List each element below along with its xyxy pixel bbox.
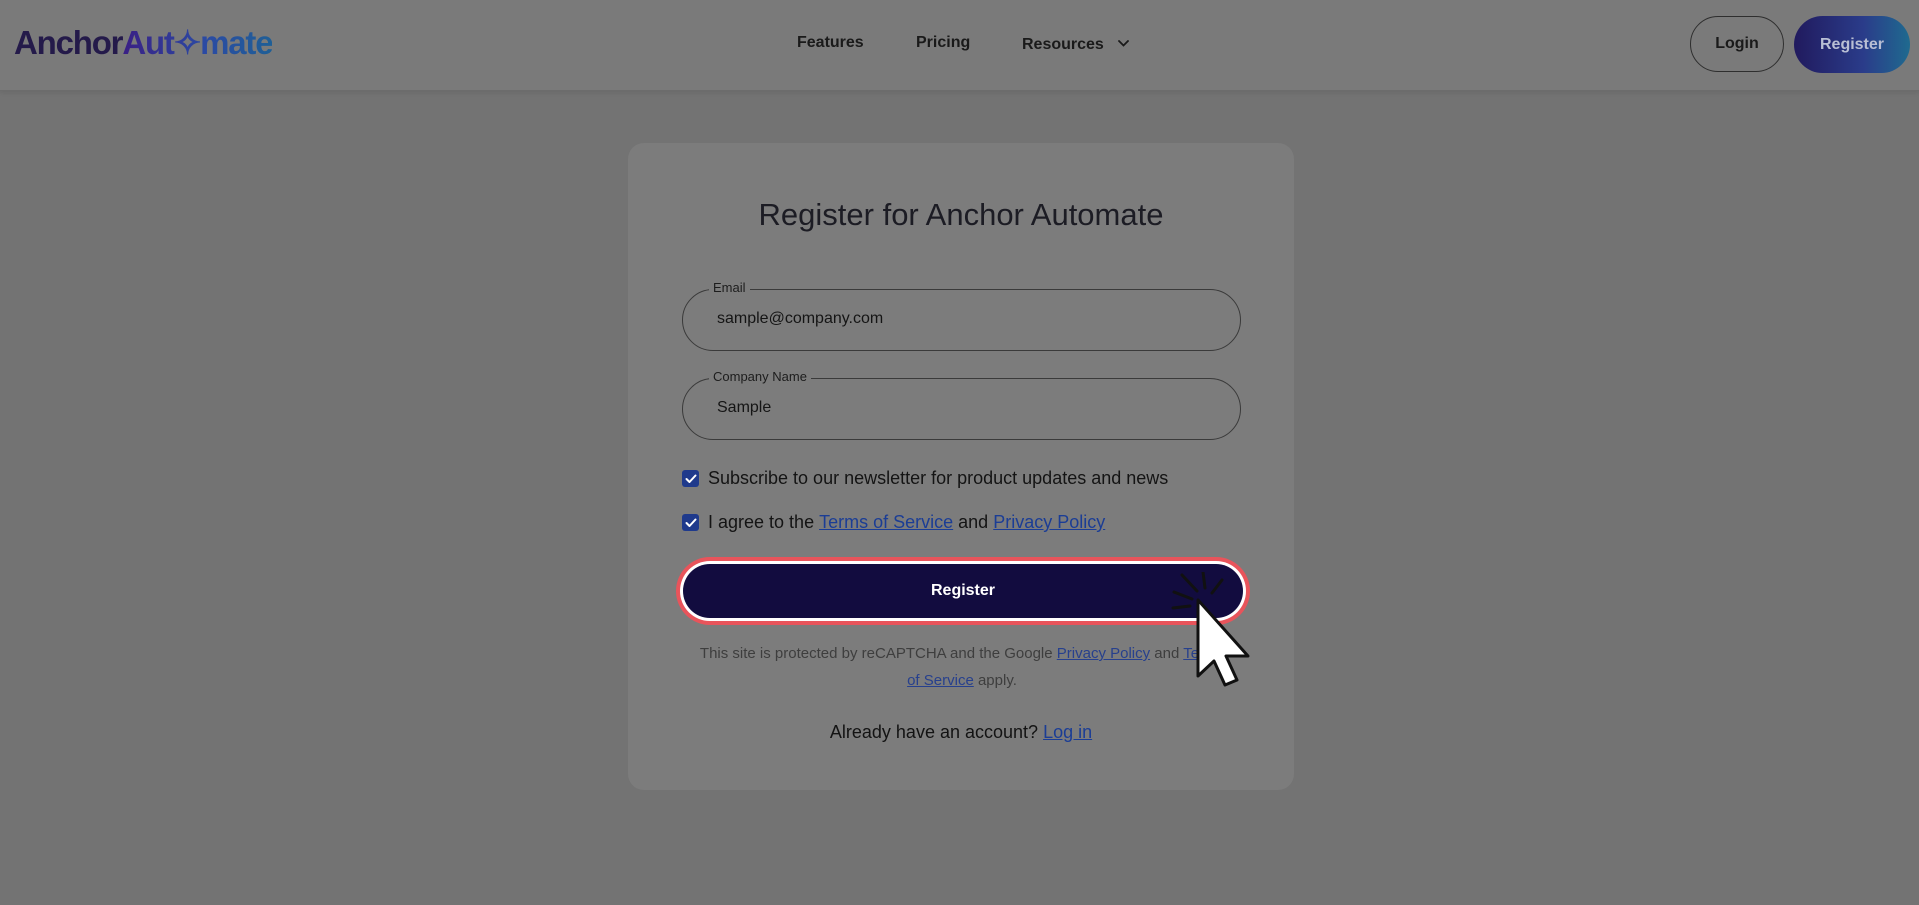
recaptcha-text: This site is protected by reCAPTCHA and … bbox=[699, 645, 1053, 662]
terms-of-service-link[interactable]: Terms of Service bbox=[819, 512, 953, 533]
checkmark-icon bbox=[685, 518, 696, 527]
agree-row: I agree to the Terms of Service and Priv… bbox=[682, 512, 1105, 533]
login-prompt-text: Already have an account? bbox=[829, 722, 1039, 742]
recaptcha-apply: apply. bbox=[977, 672, 1017, 689]
click-burst-line bbox=[1210, 578, 1224, 595]
register-button-outline: Register bbox=[680, 561, 1246, 621]
newsletter-checkbox[interactable] bbox=[682, 470, 699, 487]
company-name-field-label: Company Name bbox=[709, 369, 811, 385]
mouse-pointer-icon bbox=[1171, 572, 1250, 687]
recaptcha-terms-link-cont[interactable]: of Service bbox=[907, 672, 974, 689]
company-name-field-value: Sample bbox=[717, 399, 772, 416]
agree-prefix: I agree to the bbox=[708, 512, 815, 532]
nav-resources-label: Resources bbox=[1022, 36, 1104, 53]
anchor-automate-logo[interactable]: AnchorAut✧mate bbox=[14, 23, 274, 63]
login-button[interactable]: Login bbox=[1690, 16, 1784, 72]
nav-resources-menu[interactable]: Resources bbox=[1022, 34, 1130, 54]
agree-checkbox[interactable] bbox=[682, 514, 699, 531]
click-burst-line bbox=[1172, 590, 1194, 601]
email-field[interactable]: Email sample@company.com bbox=[682, 280, 1241, 351]
newsletter-label: Subscribe to our newsletter for product … bbox=[708, 468, 1169, 488]
register-submit-button[interactable]: Register bbox=[683, 564, 1243, 618]
click-burst-line bbox=[1201, 572, 1207, 590]
agree-and: and bbox=[958, 512, 989, 532]
page-title: Register for Anchor Automate bbox=[758, 197, 1164, 232]
click-burst-line bbox=[1171, 604, 1192, 610]
newsletter-row: Subscribe to our newsletter for product … bbox=[682, 468, 1168, 489]
logo-text-anchor: Anchor bbox=[14, 24, 124, 61]
top-navbar: AnchorAut✧mate Features Pricing Resource… bbox=[0, 0, 1919, 91]
login-prompt: Already have an account? Log in bbox=[0, 722, 1919, 743]
register-button-highlight: Register bbox=[676, 557, 1250, 625]
header-register-button[interactable]: Register bbox=[1794, 16, 1910, 73]
email-field-label: Email bbox=[709, 280, 750, 296]
nav-features-link[interactable]: Features bbox=[797, 34, 864, 52]
chevron-down-icon bbox=[1118, 34, 1130, 52]
recaptcha-notice: This site is protected by reCAPTCHA and … bbox=[682, 640, 1242, 694]
privacy-policy-link[interactable]: Privacy Policy bbox=[993, 512, 1105, 533]
click-burst-line bbox=[1180, 573, 1199, 593]
cursor-arrow bbox=[1196, 598, 1250, 687]
login-link[interactable]: Log in bbox=[1043, 722, 1092, 742]
logo-text-automate: Aut✧mate bbox=[122, 24, 273, 61]
checkmark-icon bbox=[685, 474, 696, 483]
recaptcha-privacy-link[interactable]: Privacy Policy bbox=[1057, 645, 1150, 662]
email-field-value: sample@company.com bbox=[717, 310, 884, 327]
company-name-field[interactable]: Company Name Sample bbox=[682, 369, 1241, 440]
nav-pricing-link[interactable]: Pricing bbox=[916, 34, 970, 52]
